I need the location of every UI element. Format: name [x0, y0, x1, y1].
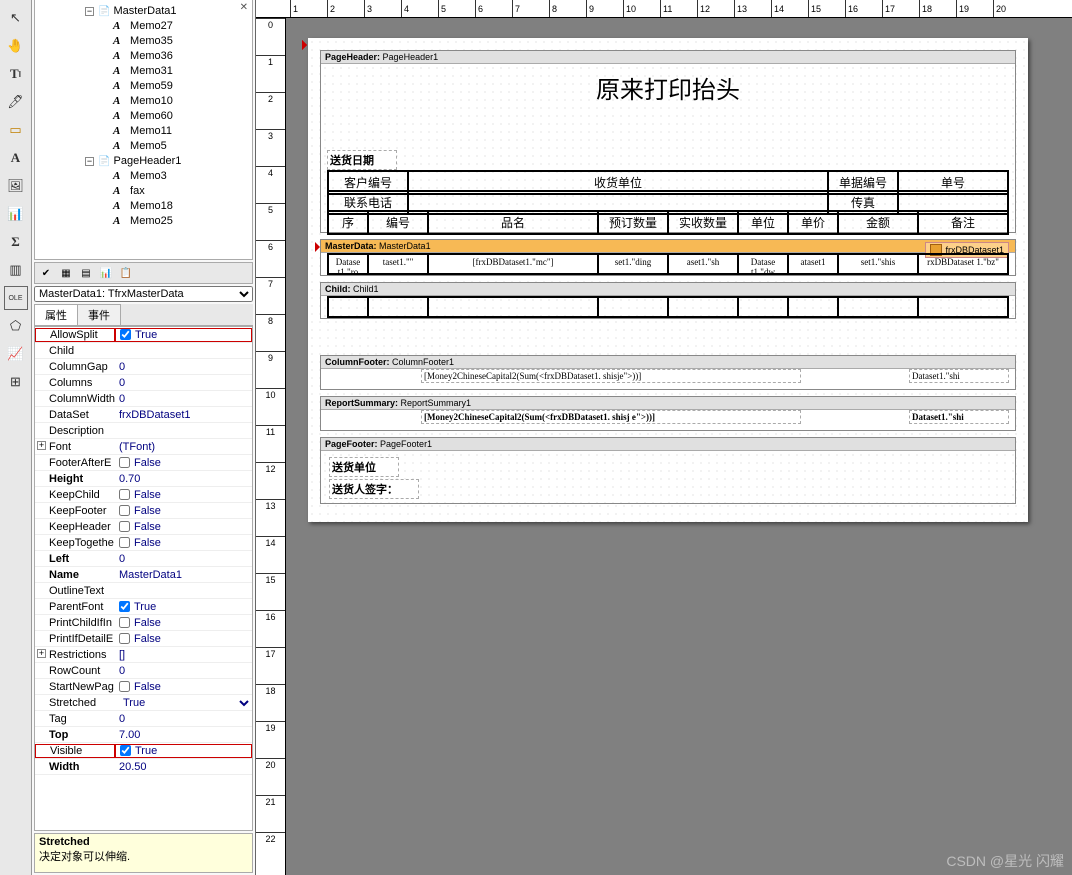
- prop-row-top[interactable]: Top7.00: [35, 727, 252, 743]
- tree-item[interactable]: A Memo35: [37, 34, 250, 49]
- property-panel: ✔ ▦ ▤ 📊 📋 MasterData1: TfrxMasterData 属性…: [34, 262, 253, 873]
- shape-tool[interactable]: ⬠: [4, 314, 28, 338]
- report-tree[interactable]: − MasterData1 A Memo27A Memo35A Memo36A …: [35, 0, 252, 231]
- prop-tabs: 属性 事件: [34, 304, 253, 326]
- property-grid[interactable]: AllowSplitTrueChildColumnGap0Columns0Col…: [34, 326, 253, 831]
- band-reportsummary[interactable]: ReportSummary: ReportSummary1 [Money2Chi…: [320, 396, 1016, 431]
- rs-right[interactable]: Dataset1."shi: [909, 410, 1009, 424]
- prop-row-keepfooter[interactable]: KeepFooterFalse: [35, 503, 252, 519]
- horizontal-ruler: 1234567891011121314151617181920: [256, 0, 1072, 18]
- left-toolbox: ↖ 🤚 TI 🖊 ▭ A 🖼 📊 Σ ▥ OLE ⬠ 📈 ⊞: [0, 0, 32, 875]
- picture-tool[interactable]: 🖼: [4, 174, 28, 198]
- prop-row-columns[interactable]: Columns0: [35, 375, 252, 391]
- prop-row-footeraftere[interactable]: FooterAfterEFalse: [35, 455, 252, 471]
- cf-expression[interactable]: [Money2ChineseCapital2(Sum(<frxDBDataset…: [421, 369, 801, 383]
- text-tool[interactable]: TI: [4, 62, 28, 86]
- cf-right[interactable]: Dataset1."shi: [909, 369, 1009, 383]
- desc-title: Stretched: [39, 836, 248, 848]
- tree-pageheader[interactable]: − PageHeader1: [37, 154, 250, 169]
- prop-row-description[interactable]: Description: [35, 423, 252, 439]
- tree-item[interactable]: A Memo11: [37, 124, 250, 139]
- column-header-row[interactable]: 序编号品名预订数量实收数量单位单价金额备注: [327, 210, 1009, 235]
- tree-item[interactable]: A Memo3: [37, 169, 250, 184]
- tree-masterdata[interactable]: − MasterData1: [37, 4, 250, 19]
- tree-item[interactable]: A Memo18: [37, 199, 250, 214]
- prop-row-restrictions[interactable]: +Restrictions[]: [35, 647, 252, 663]
- hand-tool[interactable]: 🤚: [4, 34, 28, 58]
- report-title[interactable]: 原来打印抬头: [321, 64, 1015, 111]
- band-pageheader[interactable]: PageHeader: PageHeader1 原来打印抬头 送货日期 客户编号…: [320, 50, 1016, 233]
- rs-expression[interactable]: [Money2ChineseCapital2(Sum(<frxDBDataset…: [421, 410, 801, 424]
- prop-row-allowsplit[interactable]: AllowSplitTrue: [35, 327, 252, 343]
- masterdata-row[interactable]: Datase t1."rotaset1.""[frxDBDataset1."mc…: [327, 253, 1009, 275]
- prop-toolbar: ✔ ▦ ▤ 📊 📋: [34, 262, 253, 284]
- tree-close-icon[interactable]: ✕: [240, 2, 248, 13]
- cross-tool[interactable]: ⊞: [4, 370, 28, 394]
- band-child[interactable]: Child: Child1: [320, 282, 1016, 319]
- prop-row-rowcount[interactable]: RowCount0: [35, 663, 252, 679]
- tab-events[interactable]: 事件: [77, 304, 121, 325]
- format-tool[interactable]: 🖊: [4, 90, 28, 114]
- prop-row-left[interactable]: Left0: [35, 551, 252, 567]
- report-page[interactable]: PageHeader: PageHeader1 原来打印抬头 送货日期 客户编号…: [308, 38, 1028, 522]
- tree-item[interactable]: A Memo36: [37, 49, 250, 64]
- prop-row-keepheader[interactable]: KeepHeaderFalse: [35, 519, 252, 535]
- prop-tb-chart[interactable]: 📊: [97, 264, 115, 282]
- tree-item[interactable]: A Memo31: [37, 64, 250, 79]
- tree-item[interactable]: A fax: [37, 184, 250, 199]
- text-a-tool[interactable]: A: [4, 146, 28, 170]
- prop-row-outlinetext[interactable]: OutlineText: [35, 583, 252, 599]
- barcode-tool[interactable]: ▥: [4, 258, 28, 282]
- ole-tool[interactable]: OLE: [4, 286, 28, 310]
- prop-row-dataset[interactable]: DataSetfrxDBDataset1: [35, 407, 252, 423]
- prop-row-printifdetaile[interactable]: PrintIfDetailEFalse: [35, 631, 252, 647]
- tree-item[interactable]: A Memo59: [37, 79, 250, 94]
- band-pagefooter[interactable]: PageFooter: PageFooter1 送货单位 送货人签字：: [320, 437, 1016, 504]
- pointer-tool[interactable]: ↖: [4, 6, 28, 30]
- prop-row-tag[interactable]: Tag0: [35, 711, 252, 727]
- prop-tb-db[interactable]: ▤: [77, 264, 95, 282]
- tree-item[interactable]: A Memo10: [37, 94, 250, 109]
- design-canvas[interactable]: 1234567891011121314151617181920 01234567…: [256, 0, 1072, 875]
- prop-tb-check[interactable]: ✔: [37, 264, 55, 282]
- prop-row-startnewpag[interactable]: StartNewPagFalse: [35, 679, 252, 695]
- prop-row-font[interactable]: +Font(TFont): [35, 439, 252, 455]
- tree-item[interactable]: A Memo5: [37, 139, 250, 154]
- object-selector[interactable]: MasterData1: TfrxMasterData: [34, 286, 253, 302]
- tree-item[interactable]: A Memo25: [37, 214, 250, 229]
- prop-row-name[interactable]: NameMasterData1: [35, 567, 252, 583]
- prop-row-keeptogethe[interactable]: KeepTogetheFalse: [35, 535, 252, 551]
- prop-row-printchildifin[interactable]: PrintChildIfInFalse: [35, 615, 252, 631]
- prop-description: Stretched 决定对象可以伸缩.: [34, 833, 253, 873]
- prop-row-stretched[interactable]: StretchedTrue: [35, 695, 252, 711]
- prop-row-visible[interactable]: VisibleTrue: [35, 743, 252, 759]
- vertical-ruler: 012345678910111213141516171819202122: [256, 18, 286, 875]
- prop-row-height[interactable]: Height0.70: [35, 471, 252, 487]
- sysmemo-tool[interactable]: 📊: [4, 202, 28, 226]
- tree-item[interactable]: A Memo60: [37, 109, 250, 124]
- sigma-tool[interactable]: Σ: [4, 230, 28, 254]
- chart-tool[interactable]: 📈: [4, 342, 28, 366]
- pf-sign[interactable]: 送货人签字：: [329, 479, 419, 499]
- prop-row-columnwidth[interactable]: ColumnWidth0: [35, 391, 252, 407]
- prop-tb-copy[interactable]: 📋: [117, 264, 135, 282]
- band-masterdata[interactable]: MasterData: MasterData1 frxDBDataset1 Da…: [320, 239, 1016, 276]
- report-tree-panel: ✕ − MasterData1 A Memo27A Memo35A Memo36…: [34, 0, 253, 260]
- left-panel: ✕ − MasterData1 A Memo27A Memo35A Memo36…: [32, 0, 256, 875]
- prop-row-keepchild[interactable]: KeepChildFalse: [35, 487, 252, 503]
- prop-row-child[interactable]: Child: [35, 343, 252, 359]
- prop-row-parentfont[interactable]: ParentFontTrue: [35, 599, 252, 615]
- watermark: CSDN @星光 闪耀: [946, 851, 1064, 871]
- band-tool[interactable]: ▭: [4, 118, 28, 142]
- tree-item[interactable]: A Memo27: [37, 19, 250, 34]
- prop-row-width[interactable]: Width20.50: [35, 759, 252, 775]
- prop-row-columngap[interactable]: ColumnGap0: [35, 359, 252, 375]
- band-columnfooter[interactable]: ColumnFooter: ColumnFooter1 [Money2Chine…: [320, 355, 1016, 390]
- desc-text: 决定对象可以伸缩.: [39, 848, 248, 864]
- tab-properties[interactable]: 属性: [34, 304, 78, 325]
- fld-delivery-date[interactable]: 送货日期: [327, 150, 397, 170]
- pf-company[interactable]: 送货单位: [329, 457, 399, 477]
- prop-tb-grid[interactable]: ▦: [57, 264, 75, 282]
